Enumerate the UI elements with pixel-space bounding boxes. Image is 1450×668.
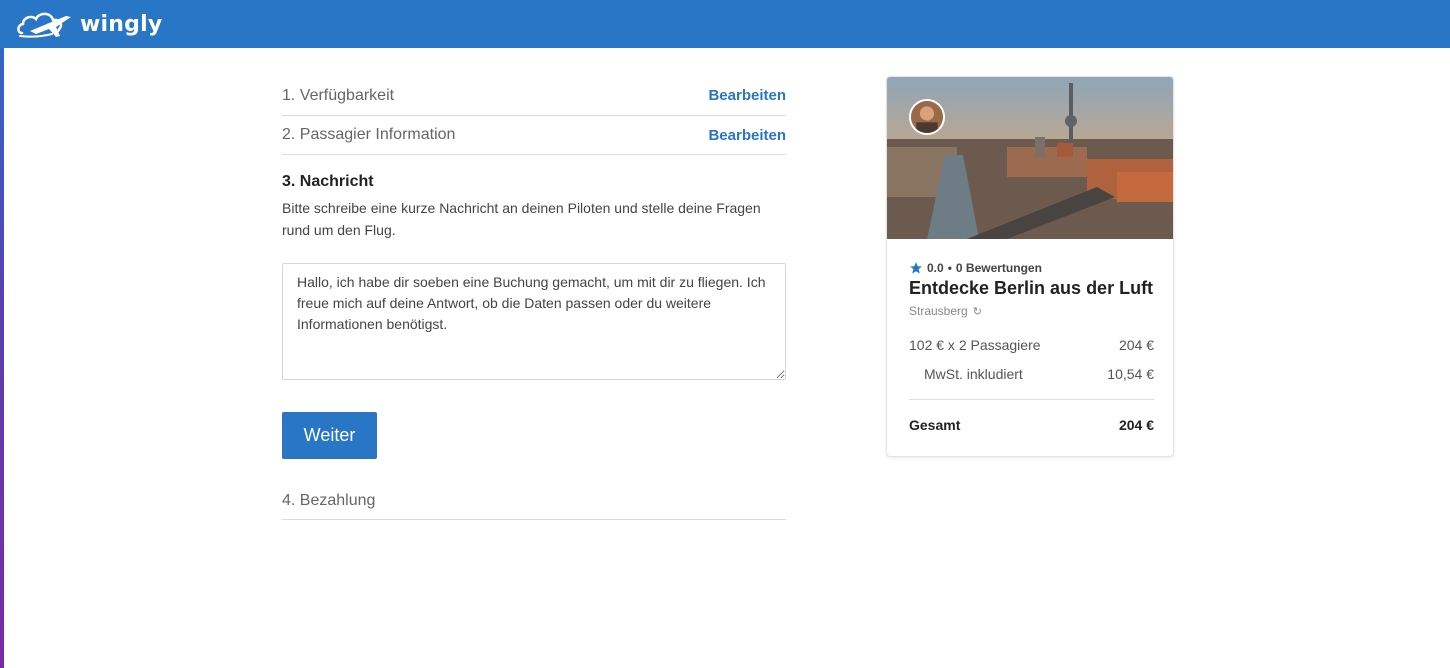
rating-value: 0.0	[927, 261, 944, 275]
total-row: Gesamt 204 €	[909, 417, 1154, 433]
vat-label: MwSt. inkludiert	[924, 366, 1023, 382]
edit-passenger-link[interactable]: Bearbeiten	[708, 127, 786, 144]
step-passenger-title: 2. Passagier Information	[282, 126, 456, 143]
review-count: 0 Bewertungen	[955, 261, 1042, 275]
refresh-icon: ↻	[972, 305, 982, 318]
price-label: 102 € x 2 Passagiere	[909, 337, 1041, 353]
vat-row: MwSt. inkludiert 10,54 €	[909, 366, 1154, 382]
total-label: Gesamt	[909, 417, 961, 433]
top-navigation-bar: wingly	[0, 0, 1450, 48]
rating-row: 0.0 • 0 Bewertungen	[909, 261, 1154, 275]
booking-steps: 1. Verfügbarkeit Bearbeiten 2. Passagier…	[282, 76, 786, 520]
step-message-description: Bitte schreibe eine kurze Nachricht an d…	[282, 200, 761, 238]
step-message-title: 3. Nachricht	[282, 173, 374, 190]
flight-title: Entdecke Berlin aus der Luft	[909, 278, 1154, 298]
window-left-edge	[0, 0, 4, 668]
step-availability: 1. Verfügbarkeit Bearbeiten	[282, 76, 786, 116]
pilot-avatar-image	[911, 101, 943, 133]
edit-availability-link[interactable]: Bearbeiten	[708, 87, 786, 104]
step-passenger-information: 2. Passagier Information Bearbeiten	[282, 116, 786, 155]
flight-location: Strausberg	[909, 304, 968, 318]
step-availability-title: 1. Verfügbarkeit	[282, 86, 395, 104]
price-breakdown-row: 102 € x 2 Passagiere 204 €	[909, 337, 1154, 353]
logo-text: wingly	[80, 11, 163, 37]
location-row: Strausberg ↻	[909, 304, 1154, 318]
total-value: 204 €	[1118, 417, 1154, 433]
price-value: 204 €	[1118, 337, 1154, 353]
step-message: 3. Nachricht Bitte schreibe eine kurze N…	[282, 155, 786, 459]
step-payment: 4. Bezahlung	[282, 483, 786, 520]
wingly-logo[interactable]: wingly	[16, 4, 162, 44]
rating-separator: •	[947, 261, 952, 275]
pilot-avatar[interactable]	[909, 99, 945, 135]
next-button[interactable]: Weiter	[282, 412, 377, 459]
star-icon	[910, 262, 922, 274]
vat-value: 10,54 €	[1107, 366, 1154, 382]
flight-card-body: 0.0 • 0 Bewertungen Entdecke Berlin aus …	[909, 261, 1154, 433]
message-textarea[interactable]: Hallo, ich habe dir soeben eine Buchung …	[282, 263, 786, 380]
flight-summary-card: 0.0 • 0 Bewertungen Entdecke Berlin aus …	[886, 76, 1174, 457]
airplane-cloud-icon	[17, 12, 71, 38]
step-payment-title: 4. Bezahlung	[282, 492, 376, 509]
price-divider	[909, 399, 1154, 400]
